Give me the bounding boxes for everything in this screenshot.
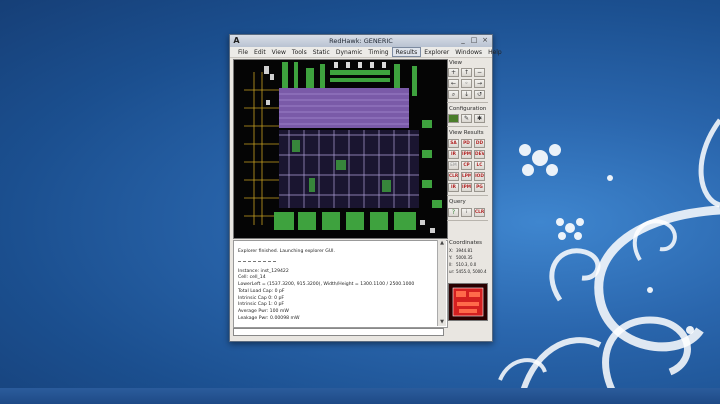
query-panel-label: Query [449,199,466,205]
close-button[interactable]: × [481,36,489,45]
result-ipm2-button[interactable]: IPM [461,183,472,192]
panel-divider [447,220,488,221]
console-line: Total Load Cap: 0 pF [238,289,285,294]
menu-edit[interactable]: Edit [251,47,269,57]
menu-timing[interactable]: Timing [365,47,391,57]
console-line: Cell: cell_14 [238,275,266,280]
desktop-bottom-panel [0,388,720,404]
zoom-out-icon[interactable]: − [474,68,485,77]
layout-canvas[interactable] [233,59,448,239]
result-dd-button[interactable]: DD [474,139,485,148]
overview-minimap[interactable] [448,283,488,321]
coordinate-ll-key: ll: [449,262,453,267]
layers-icon[interactable] [448,114,459,123]
coordinate-ll-value: 510.3, 0.0 [456,262,477,267]
result-em-button[interactable]: EM [448,161,459,170]
zoom-area-icon[interactable]: ⌕ [448,90,459,99]
pan-left-icon[interactable]: ← [448,79,459,88]
window-title: RedHawk: GENERIC [329,37,393,45]
menu-bar: File Edit View Tools Static Dynamic Timi… [230,47,502,58]
console-separator [238,261,276,262]
configuration-panel-label: Configuration [449,106,487,112]
panel-divider [447,195,488,196]
result-lpm-button[interactable]: LPM [461,172,472,181]
console-line: Leakage Pwr: 0.00098 mW [238,316,300,321]
coordinate-ur-row: ur: 5455.0, 5000.4 [449,269,487,275]
console-scrollbar[interactable]: ▲ ▼ [437,240,446,326]
console-line: Average Pwr: 100 mW [238,309,289,314]
zoom-previous-icon[interactable]: ↺ [474,90,485,99]
coordinate-y-row: Y: 5000.35 [449,255,487,261]
query-help-button[interactable]: ? [448,208,459,217]
coordinate-x-row: X: 3944.81 [449,248,487,254]
panel-divider [447,126,488,127]
result-sa-button[interactable]: SA [448,139,459,148]
result-lc-button[interactable]: LC [474,161,485,170]
result-ir2-button[interactable]: IR [448,183,459,192]
result-cp-button[interactable]: CP [461,161,472,170]
message-console[interactable]: Explorer finished. Launching explorer GU… [233,240,448,328]
minimize-button[interactable]: _ [459,36,467,45]
menu-windows[interactable]: Windows [452,47,485,57]
menu-tools[interactable]: Tools [289,47,310,57]
coordinate-x-key: X: [449,248,454,253]
console-line: Intrinsic Cap 1: 0 pF [238,302,285,307]
result-pg-button[interactable]: PG [474,183,485,192]
result-pd-button[interactable]: PD [461,139,472,148]
maximize-button[interactable]: □ [470,36,478,45]
coordinate-y-key: Y: [449,255,453,260]
result-ipm-button[interactable]: IPM [461,150,472,159]
chip-layout-view [234,60,447,238]
coordinate-x-value: 3944.81 [456,248,473,253]
scroll-up-arrow-icon[interactable]: ▲ [438,240,446,247]
scroll-down-arrow-icon[interactable]: ▼ [438,319,446,326]
console-line: Explorer finished. Launching explorer GU… [238,249,335,254]
pan-down-icon[interactable]: ↓ [461,90,472,99]
settings-icon[interactable]: ✱ [474,114,485,123]
panel-divider [447,102,488,103]
coordinate-ll-row: ll: 510.3, 0.0 [449,262,487,268]
menu-static[interactable]: Static [310,47,333,57]
menu-explorer[interactable]: Explorer [421,47,452,57]
view-panel-label: View [449,60,463,66]
view-results-panel-label: View Results [449,130,484,136]
redhawk-window[interactable]: A RedHawk: GENERIC _ □ × File Edit View … [229,34,502,342]
fit-view-icon[interactable]: ◦ [461,79,472,88]
query-info-button[interactable]: i [461,208,472,217]
coordinate-ur-value: 5455.0, 5000.4 [456,269,487,274]
minimap-layout-thumbnail [449,284,487,320]
menu-results[interactable]: Results [391,47,422,57]
result-dev-button[interactable]: DEV [474,150,485,159]
pan-right-icon[interactable]: → [474,79,485,88]
result-ir-button[interactable]: IR [448,150,459,159]
app-logo-icon: A [233,36,240,45]
pan-up-icon[interactable]: ↑ [461,68,472,77]
coordinates-panel-label: Coordinates [449,240,483,246]
result-iod-button[interactable]: IOD [474,172,485,181]
menu-file[interactable]: File [235,47,251,57]
tool-panel: View + ↑ − ← ◦ → ⌕ ↓ ↺ Configuration ✎ ✱… [445,59,490,337]
query-clear-button[interactable]: CLR [474,208,485,217]
menu-view[interactable]: View [269,47,289,57]
zoom-in-icon[interactable]: + [448,68,459,77]
coordinate-y-value: 5000.35 [456,255,473,260]
result-clr-button[interactable]: CLR [448,172,459,181]
command-input[interactable] [233,328,444,336]
coordinate-ur-key: ur: [449,269,455,274]
config-icon[interactable]: ✎ [461,114,472,123]
menu-help[interactable]: Help [485,47,505,57]
console-line: LowerLeft = (1537.3200, 915.3200), Width… [238,282,415,287]
menu-dynamic[interactable]: Dynamic [333,47,365,57]
